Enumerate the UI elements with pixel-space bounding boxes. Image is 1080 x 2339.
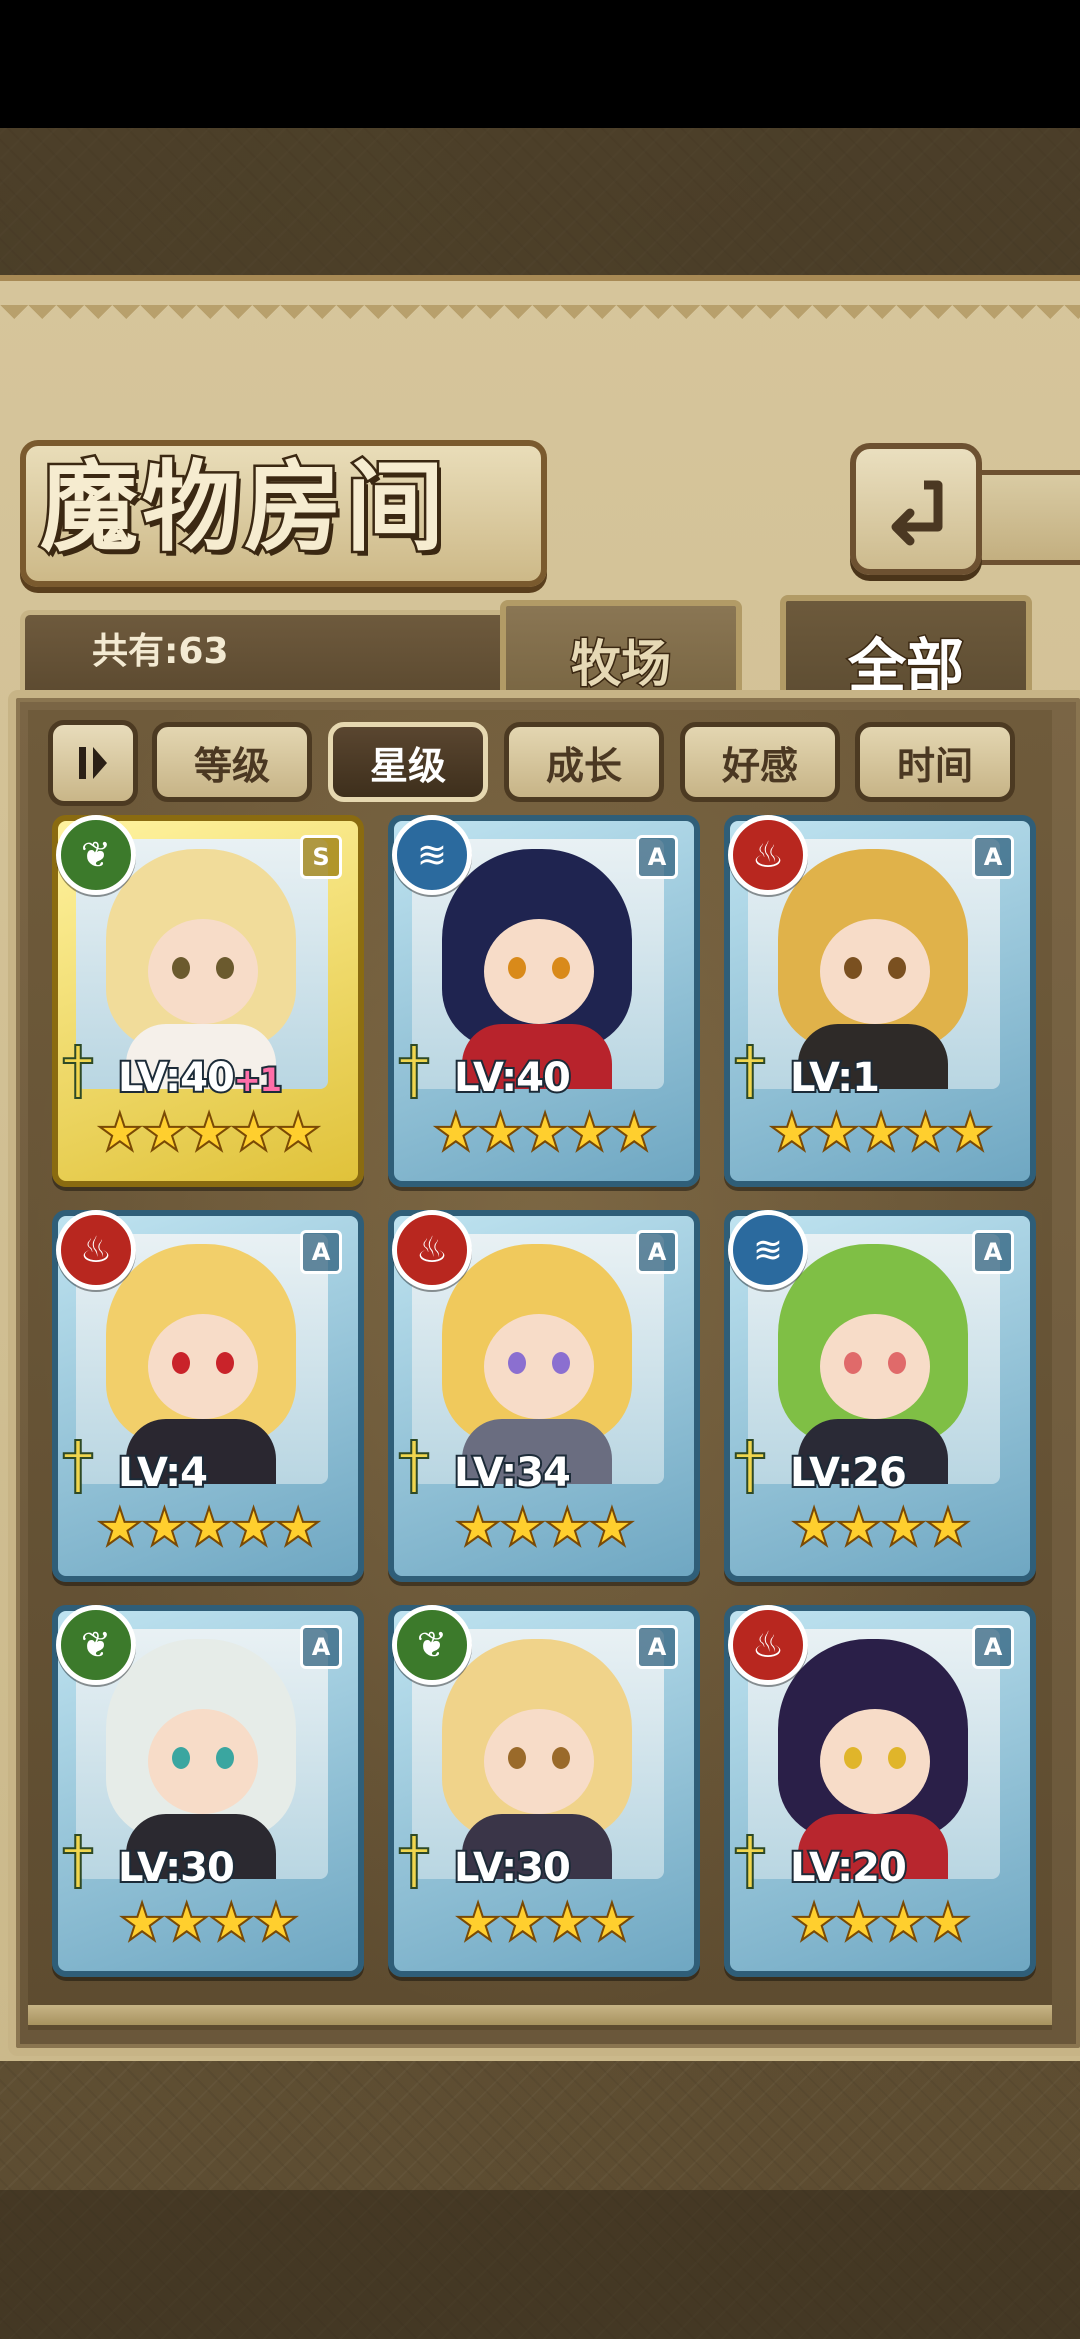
level-text: LV:34 xyxy=(452,1448,573,1498)
rank-badge: A xyxy=(972,1625,1014,1669)
sort-order-toggle[interactable] xyxy=(48,720,138,806)
water-element-icon: ≋ xyxy=(728,1210,808,1290)
star-rating: ★★★★★ xyxy=(95,1497,322,1559)
monster-count: 共有:63 xyxy=(92,631,229,672)
level-text: LV:40 xyxy=(116,1053,237,1103)
star-rating: ★★★★ xyxy=(454,1497,636,1559)
level-text: LV:30 xyxy=(116,1843,237,1893)
star-rating: ★★★★★ xyxy=(431,1102,658,1164)
top-map-band xyxy=(0,128,1080,278)
level-text: LV:26 xyxy=(788,1448,909,1498)
rank-badge: A xyxy=(636,1625,678,1669)
back-arrow-icon xyxy=(891,480,943,546)
monster-level: LV:30 xyxy=(452,1843,573,1893)
rank-badge: A xyxy=(972,1230,1014,1274)
portrait-face xyxy=(484,1314,594,1419)
monster-level: LV:4 xyxy=(116,1448,210,1498)
portrait-eye xyxy=(172,957,190,979)
star-rating: ★★★★ xyxy=(118,1892,300,1954)
monster-card[interactable]: A ♨ † LV:34 ★★★★ xyxy=(388,1210,700,1582)
list-bottom-rule xyxy=(28,2005,1052,2025)
star-rating: ★★★★★ xyxy=(767,1102,994,1164)
rank-badge: S xyxy=(300,835,342,879)
leaf-element-icon: ❦ xyxy=(56,815,136,895)
portrait-eye xyxy=(552,1352,570,1374)
level-text: LV:40 xyxy=(452,1053,573,1103)
sort-order-icon xyxy=(79,747,107,779)
monster-level: LV:40 xyxy=(452,1053,573,1103)
star-rating: ★★★★ xyxy=(790,1497,972,1559)
monster-card[interactable]: S ❦ † LV:40+1 ★★★★★ xyxy=(52,815,364,1187)
rank-badge: A xyxy=(636,835,678,879)
portrait-eye xyxy=(216,957,234,979)
portrait-eye xyxy=(508,1352,526,1374)
game-screen: 魔物房间 共有:63 牧场 全部 等级 星级 成长 好感 时间 S ❦ † LV:40… xyxy=(0,0,1080,2339)
portrait-face xyxy=(820,919,930,1024)
panel-zigzag-trim xyxy=(0,305,1080,333)
portrait-eye xyxy=(888,1352,906,1374)
level-text: LV:30 xyxy=(452,1843,573,1893)
monster-card[interactable]: A ♨ † LV:20 ★★★★ xyxy=(724,1605,1036,1977)
portrait-face xyxy=(820,1314,930,1419)
portrait-eye xyxy=(172,1352,190,1374)
monster-card[interactable]: A ≋ † LV:26 ★★★★ xyxy=(724,1210,1036,1582)
fire-element-icon: ♨ xyxy=(728,1605,808,1685)
fire-element-icon: ♨ xyxy=(392,1210,472,1290)
portrait-face xyxy=(148,1314,258,1419)
monster-level: LV:40+1 xyxy=(116,1053,284,1103)
portrait-eye xyxy=(844,957,862,979)
portrait-eye xyxy=(844,1747,862,1769)
portrait-eye xyxy=(172,1747,190,1769)
monster-level: LV:20 xyxy=(788,1843,909,1893)
page-title: 魔物房间 xyxy=(38,448,449,568)
star-rating: ★★★★ xyxy=(790,1892,972,1954)
level-text: LV:1 xyxy=(788,1053,882,1103)
leaf-element-icon: ❦ xyxy=(392,1605,472,1685)
sort-by-growth[interactable]: 成长 xyxy=(504,722,664,802)
level-bonus: +1 xyxy=(232,1059,284,1101)
portrait-eye xyxy=(888,1747,906,1769)
rank-badge: A xyxy=(300,1230,342,1274)
monster-card[interactable]: A ≋ † LV:40 ★★★★★ xyxy=(388,815,700,1187)
water-element-icon: ≋ xyxy=(392,815,472,895)
portrait-eye xyxy=(216,1352,234,1374)
portrait-face xyxy=(484,1709,594,1814)
fire-element-icon: ♨ xyxy=(728,815,808,895)
fire-element-icon: ♨ xyxy=(56,1210,136,1290)
rank-badge: A xyxy=(972,835,1014,879)
portrait-eye xyxy=(888,957,906,979)
portrait-eye xyxy=(552,1747,570,1769)
monster-card[interactable]: A ❦ † LV:30 ★★★★ xyxy=(52,1605,364,1977)
monster-card[interactable]: A ♨ † LV:1 ★★★★★ xyxy=(724,815,1036,1187)
monster-level: LV:26 xyxy=(788,1448,909,1498)
portrait-eye xyxy=(552,957,570,979)
portrait-eye xyxy=(508,1747,526,1769)
rank-badge: A xyxy=(300,1625,342,1669)
sort-by-stars[interactable]: 星级 xyxy=(328,722,488,802)
monster-level: LV:30 xyxy=(116,1843,237,1893)
back-button[interactable] xyxy=(850,443,982,575)
sort-by-time[interactable]: 时间 xyxy=(855,722,1015,802)
rank-badge: A xyxy=(636,1230,678,1274)
monster-card[interactable]: A ❦ † LV:30 ★★★★ xyxy=(388,1605,700,1977)
portrait-eye xyxy=(508,957,526,979)
monster-level: LV:34 xyxy=(452,1448,573,1498)
star-rating: ★★★★★ xyxy=(95,1102,322,1164)
portrait-face xyxy=(148,919,258,1024)
portrait-eye xyxy=(216,1747,234,1769)
sort-by-affinity[interactable]: 好感 xyxy=(680,722,840,802)
star-rating: ★★★★ xyxy=(454,1892,636,1954)
portrait-eye xyxy=(844,1352,862,1374)
monster-level: LV:1 xyxy=(788,1053,882,1103)
back-button-rail xyxy=(970,470,1080,565)
leaf-element-icon: ❦ xyxy=(56,1605,136,1685)
level-text: LV:20 xyxy=(788,1843,909,1893)
level-text: LV:4 xyxy=(116,1448,210,1498)
monster-card[interactable]: A ♨ † LV:4 ★★★★★ xyxy=(52,1210,364,1582)
sort-by-level[interactable]: 等级 xyxy=(152,722,312,802)
portrait-face xyxy=(148,1709,258,1814)
bottom-map-band xyxy=(0,2190,1080,2339)
portrait-face xyxy=(484,919,594,1024)
portrait-face xyxy=(820,1709,930,1814)
